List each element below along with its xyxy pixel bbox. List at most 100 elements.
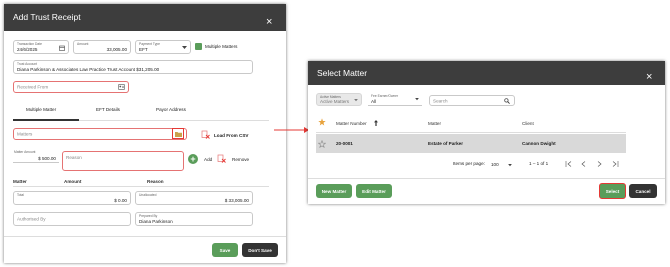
column-matter: Matter: [428, 121, 442, 126]
arrow-connector: [274, 127, 309, 133]
cancel-button[interactable]: Cancel: [629, 184, 657, 198]
unallocated-field: Unallocated $ 33,005.00: [135, 191, 253, 205]
column-matter-number[interactable]: Matter Number: [336, 121, 367, 126]
file-remove-icon[interactable]: [201, 130, 210, 139]
matter-lookup-button[interactable]: [172, 128, 184, 139]
client-cell: Cannon Dwight: [522, 141, 556, 146]
tab-eft-details[interactable]: EFT Details: [96, 107, 120, 112]
authorised-by-placeholder: Authorised By: [17, 216, 46, 222]
amount-label: Amount: [77, 42, 89, 46]
amount-value: 33,005.00: [106, 47, 127, 52]
prepared-by-value: Diana Parkinson: [139, 219, 173, 224]
amount-field[interactable]: Amount 33,005.00: [73, 40, 131, 54]
items-per-page-select[interactable]: 100: [491, 162, 499, 167]
reason-field[interactable]: Reason: [62, 151, 184, 171]
edit-matter-button[interactable]: Edit Matter: [356, 184, 392, 198]
remove-icon[interactable]: [217, 154, 226, 163]
prev-page-icon[interactable]: [581, 161, 586, 167]
total-field: Total $ 0.00: [13, 191, 131, 205]
trust-account-field[interactable]: Trust Account Diana Parkinson & Associat…: [13, 60, 253, 74]
prepared-by-label: Prepared By: [139, 214, 158, 218]
search-input[interactable]: Search: [429, 95, 515, 106]
chevron-down-icon: [354, 99, 358, 102]
select-button[interactable]: Select: [599, 183, 626, 199]
trust-account-label: Trust Account: [17, 62, 38, 66]
load-from-csv-button[interactable]: Load From CSV: [214, 133, 248, 138]
sort-arrow-up-icon: [374, 120, 378, 126]
unallocated-label: Unallocated: [139, 193, 157, 197]
add-icon[interactable]: +: [188, 154, 198, 164]
active-matters-select: Active Matters Active Matters: [316, 93, 362, 106]
footer-divider: [308, 178, 665, 179]
first-page-icon[interactable]: [565, 161, 572, 167]
matter-amount-label: Matter Amount: [14, 150, 36, 154]
chevron-down-icon[interactable]: [508, 164, 512, 167]
matter-cell: Estate of Parker: [428, 141, 463, 146]
dialog-title-bar: Add Trust Receipt: [4, 4, 286, 31]
remove-button[interactable]: Remove: [232, 157, 249, 162]
total-value: $ 0.00: [114, 198, 127, 203]
star-outline-icon[interactable]: [318, 140, 326, 148]
search-icon[interactable]: [504, 98, 510, 104]
matters-placeholder: Matters: [17, 131, 33, 137]
folder-icon: [174, 131, 182, 137]
transaction-date-label: Transaction Date: [17, 42, 42, 46]
column-matter: Matter: [13, 179, 27, 184]
multiple-matters-checkbox[interactable]: [195, 43, 202, 55]
next-page-icon[interactable]: [597, 161, 602, 167]
fee-earner-value: All: [371, 99, 377, 104]
active-matters-value: Active Matters: [320, 99, 350, 104]
prepared-by-field[interactable]: Prepared By Diana Parkinson: [135, 212, 253, 226]
new-matter-button[interactable]: New Matter: [316, 184, 352, 198]
add-button[interactable]: Add: [204, 157, 212, 162]
payment-type-label: Payment Type: [139, 42, 161, 46]
payment-type-value: EFT: [139, 47, 148, 52]
column-client: Client: [522, 121, 534, 126]
multiple-matters-label: Multiple Matters: [205, 44, 238, 49]
total-label: Total: [17, 193, 24, 197]
reason-placeholder: Reason: [66, 155, 82, 160]
close-icon[interactable]: ×: [266, 17, 272, 28]
calendar-icon[interactable]: [59, 45, 65, 51]
chevron-down-icon: [415, 98, 419, 101]
fee-earner-label: Fee Earner/Owner: [371, 94, 399, 98]
transaction-date-value: 24/6/2025: [17, 47, 38, 52]
table-header-divider: [316, 132, 626, 133]
search-placeholder: Search: [433, 98, 448, 103]
payment-type-select[interactable]: Payment Type EFT: [135, 40, 191, 54]
tab-payor-address[interactable]: Payor Address: [156, 107, 186, 112]
matter-amount-value: $ 500.00: [38, 156, 56, 161]
transaction-date-field[interactable]: Transaction Date 24/6/2025: [13, 40, 69, 54]
close-icon[interactable]: ×: [646, 72, 652, 83]
chevron-down-icon: [182, 46, 187, 49]
matter-amount-field[interactable]: Matter Amount $ 500.00: [13, 149, 59, 163]
column-amount: Amount: [64, 179, 82, 184]
pagination-range: 1 – 1 of 1: [529, 161, 549, 166]
unallocated-value: $ 33,005.00: [224, 198, 249, 203]
matters-field[interactable]: Matters: [13, 128, 187, 140]
dialog-title-bar: Select Matter: [308, 61, 665, 85]
authorised-by-field[interactable]: Authorised By: [13, 212, 131, 226]
column-reason: Reason: [147, 179, 164, 184]
active-tab-indicator: [13, 119, 79, 121]
received-from-placeholder: Received From: [17, 84, 49, 90]
check-icon: [195, 50, 202, 55]
dont-save-button[interactable]: Don't Save: [242, 243, 278, 257]
fee-earner-select[interactable]: Fee Earner/Owner All: [368, 93, 422, 106]
add-trust-receipt-dialog: Add Trust Receipt × Transaction Date 24/…: [4, 4, 286, 263]
save-button[interactable]: Save: [212, 243, 238, 257]
tab-multiple-matter[interactable]: Multiple Matter: [26, 107, 56, 112]
star-icon: [318, 118, 326, 126]
dialog-title: Select Matter: [317, 68, 368, 78]
table-row[interactable]: 20-0001 Estate of Parker Cannon Dwight: [316, 134, 626, 153]
last-page-icon[interactable]: [612, 161, 619, 167]
items-per-page-label: Items per page:: [453, 161, 485, 166]
matter-number-cell: 20-0001: [336, 141, 353, 146]
table-header-divider: [13, 186, 269, 187]
received-from-field[interactable]: Received From: [13, 81, 129, 93]
dialog-title: Add Trust Receipt: [13, 12, 81, 22]
trust-account-value: Diana Parkinson & Associates Law Practic…: [17, 67, 160, 72]
contact-card-icon[interactable]: [118, 84, 125, 90]
select-matter-dialog: Select Matter × Active Matters Active Ma…: [308, 61, 665, 204]
footer-divider: [4, 236, 286, 237]
